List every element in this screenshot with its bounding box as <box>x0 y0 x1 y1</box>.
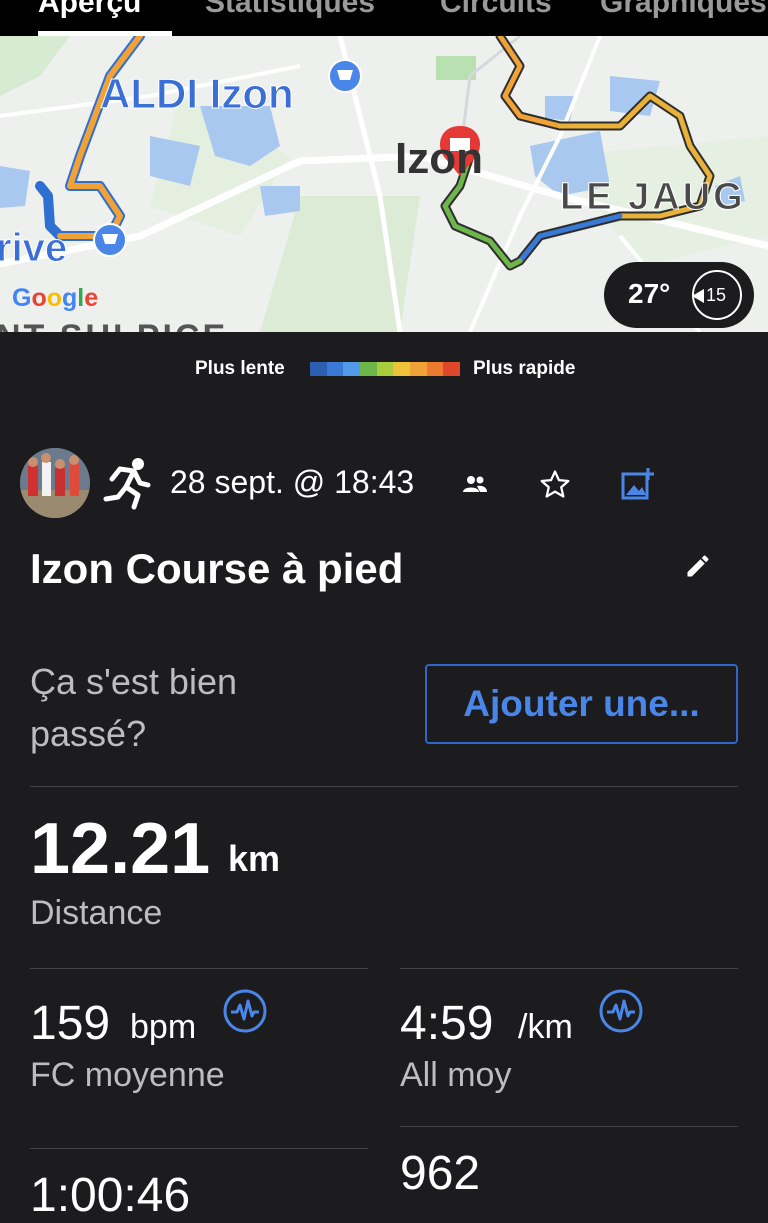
pace-scale-segment <box>410 362 427 376</box>
pace-scale-segment <box>326 362 344 376</box>
divider <box>400 968 738 969</box>
pace-color-scale <box>310 362 461 376</box>
heart-rate-unit: bpm <box>130 1008 197 1046</box>
pace-label: All moy <box>400 1056 512 1094</box>
add-photo-icon[interactable] <box>620 466 656 502</box>
activity-date: 28 sept. @ 18:43 <box>170 464 415 500</box>
pace-legend-slow: Plus lente <box>195 358 285 379</box>
pace-scale-segment <box>343 362 361 376</box>
edit-icon[interactable] <box>684 552 712 580</box>
tab-laps[interactable]: Circuits <box>440 0 552 20</box>
tab-charts[interactable]: Graphiques <box>600 0 767 20</box>
weather-temperature: 27° <box>628 278 671 309</box>
map-label-sulpice: NT-SULPICE <box>0 318 228 332</box>
wind-speed: 15 <box>706 285 727 305</box>
divider <box>400 1126 738 1127</box>
distance-label: Distance <box>30 894 163 932</box>
route-map[interactable]: ALDI Izon Izon LE JAUG rive NT-SULPICE G… <box>0 36 768 332</box>
pace-unit: /km <box>518 1008 573 1046</box>
pace-scale-segment <box>376 362 394 376</box>
weather-badge[interactable]: 27° 15 <box>604 262 754 328</box>
pace-zone-icon[interactable] <box>598 988 644 1034</box>
group-icon[interactable] <box>462 474 488 496</box>
time-value: 1:00:46 <box>30 1169 191 1222</box>
divider <box>30 786 738 787</box>
heart-rate-value: 159 <box>30 997 111 1050</box>
map-label-aldi: ALDI Izon <box>100 70 295 118</box>
avatar[interactable] <box>20 448 90 518</box>
star-icon[interactable] <box>538 468 572 502</box>
distance-value: 12.21 <box>30 809 211 889</box>
wind-direction-icon: 15 <box>692 270 742 320</box>
google-attribution: Google <box>12 284 99 312</box>
divider <box>30 1148 368 1149</box>
pace-legend-fast: Plus rapide <box>473 358 576 379</box>
activity-title: Izon Course à pied <box>30 545 404 592</box>
pace-scale-segment <box>443 362 461 376</box>
heart-rate-zone-icon[interactable] <box>222 988 268 1034</box>
pace-scale-segment <box>393 362 411 376</box>
divider <box>30 968 368 969</box>
distance-unit: km <box>228 838 281 879</box>
running-icon <box>103 458 151 510</box>
feedback-prompt: Ça s'est bien passé? <box>30 661 237 754</box>
add-feedback-button[interactable]: Ajouter une... <box>425 664 738 744</box>
calories-value: 962 <box>400 1147 481 1200</box>
pace-scale-segment <box>310 362 327 376</box>
pace-scale-segment <box>426 362 444 376</box>
tab-overview[interactable]: Aperçu <box>38 0 141 20</box>
tab-statistics[interactable]: Statistiques <box>205 0 375 20</box>
pace-value: 4:59 <box>400 997 494 1050</box>
map-label-drive: rive <box>0 226 68 271</box>
activity-tab-bar: Aperçu Statistiques Circuits Graphiques <box>0 0 768 36</box>
pace-scale-segment <box>360 362 377 376</box>
heart-rate-label: FC moyenne <box>30 1056 225 1094</box>
map-label-le-jaugue: LE JAUG <box>560 176 746 219</box>
map-label-izon: Izon <box>395 134 483 183</box>
